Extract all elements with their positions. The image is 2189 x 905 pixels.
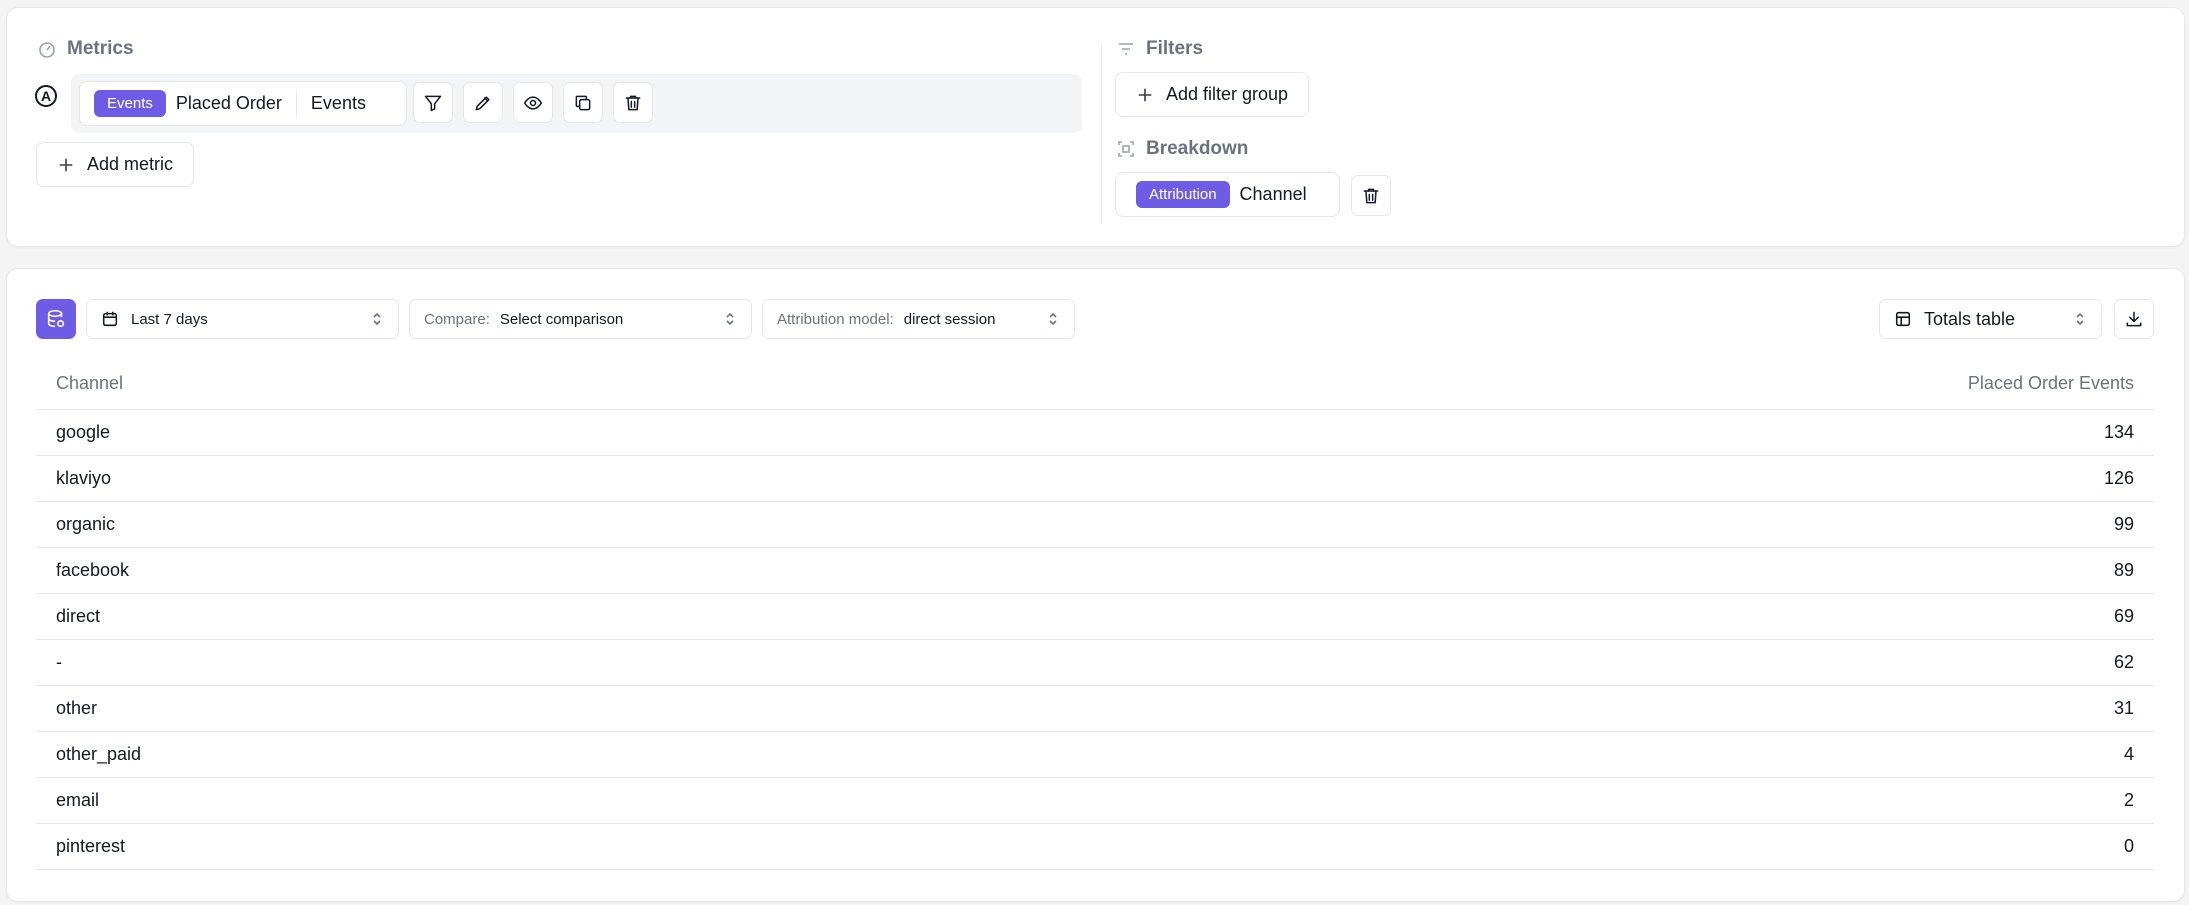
- plus-icon: [1138, 88, 1152, 101]
- metric-duplicate-button[interactable]: [563, 82, 603, 123]
- table-row: organic 99: [36, 501, 2154, 548]
- value-cell: 4: [835, 731, 2154, 778]
- metric-letter-badge: A: [35, 85, 57, 107]
- metric-filter-button[interactable]: [413, 82, 453, 123]
- channel-cell: organic: [36, 501, 836, 548]
- table-row: other_paid 4: [36, 731, 2154, 778]
- breakdown-selector[interactable]: Attribution Channel: [1115, 172, 1340, 217]
- totals-table: Channel Placed Order Events google 134 kl…: [36, 359, 2154, 870]
- channel-cell: google: [36, 409, 836, 456]
- table-row: pinterest 0: [36, 823, 2154, 870]
- value-cell: 31: [835, 685, 2154, 732]
- value-cell: 89: [835, 547, 2154, 594]
- value-cell: 126: [835, 455, 2154, 502]
- pencil-icon: [475, 95, 490, 110]
- value-cell: 99: [835, 501, 2154, 548]
- value-cell: 0: [835, 823, 2154, 870]
- channel-cell: klaviyo: [36, 455, 836, 502]
- add-metric-button[interactable]: Add metric: [36, 142, 195, 187]
- copy-icon: [575, 95, 591, 110]
- metric-name: Placed Order: [175, 93, 282, 113]
- table-row: -62: [36, 639, 2154, 686]
- channel-cell: -: [36, 639, 836, 686]
- chevron-up-down-icon: [726, 312, 734, 326]
- filter-lines-icon: [1119, 43, 1133, 55]
- query-builder-card: Metrics A Events Placed Order Events Add…: [6, 7, 2185, 247]
- breakdown-type-badge: Attribution: [1136, 181, 1230, 208]
- section-divider: [1101, 44, 1102, 224]
- value-cell: 2: [835, 777, 2154, 824]
- table-icon: [1895, 311, 1911, 327]
- breakdown-delete-button[interactable]: [1351, 175, 1391, 216]
- breakdown-icon: [1118, 141, 1134, 157]
- channel-cell: pinterest: [36, 823, 836, 870]
- calendar-icon: [102, 311, 118, 327]
- chevron-up-down-icon: [1049, 312, 1057, 326]
- table-row: other 31: [36, 685, 2154, 732]
- metric-delete-button[interactable]: [613, 82, 653, 123]
- metric-visibility-button[interactable]: [513, 82, 553, 123]
- plus-icon: [59, 158, 73, 171]
- gauge-icon: [39, 42, 55, 58]
- value-cell: 69: [835, 593, 2154, 640]
- filter-icon: [424, 95, 442, 111]
- eye-icon: [523, 95, 543, 110]
- metric-measure: Events: [310, 93, 366, 113]
- view-type-select[interactable]: Totals table: [1879, 299, 2102, 339]
- breakdown-value: Channel: [1239, 184, 1307, 204]
- database-icon: [47, 309, 65, 328]
- trash-icon: [625, 95, 641, 110]
- channel-cell: email: [36, 777, 836, 824]
- trash-icon: [1363, 188, 1379, 203]
- channel-cell: other: [36, 685, 836, 732]
- value-cell: 62: [835, 639, 2154, 686]
- date-range-select[interactable]: Last 7 days: [86, 299, 399, 339]
- compare-select[interactable]: Compare: Select comparison: [409, 299, 752, 339]
- metric-selector[interactable]: Events Placed Order Events: [79, 81, 407, 126]
- chevron-up-down-icon: [2076, 312, 2084, 326]
- value-cell: 134: [835, 409, 2154, 456]
- channel-cell: direct: [36, 593, 836, 640]
- attribution-model-select[interactable]: Attribution model: direct session: [762, 299, 1075, 339]
- channel-cell: facebook: [36, 547, 836, 594]
- metric-edit-button[interactable]: [463, 82, 503, 123]
- column-header-placed-order-events[interactable]: Placed Order Events: [835, 359, 2154, 410]
- data-source-button[interactable]: [36, 299, 76, 339]
- download-icon: [2126, 311, 2142, 327]
- table-row: klaviyo 126: [36, 455, 2154, 502]
- filters-section-title: Filters: [1116, 38, 1203, 60]
- metrics-section-title: Metrics: [37, 38, 134, 60]
- table-header-row: Channel Placed Order Events: [36, 359, 2154, 410]
- breakdown-section-title: Breakdown: [1116, 138, 1248, 160]
- table-row: facebook 89: [36, 547, 2154, 594]
- table-row: google 134: [36, 409, 2154, 456]
- column-header-channel[interactable]: Channel: [36, 359, 836, 410]
- metric-type-badge: Events: [94, 90, 166, 117]
- metric-pill-divider: [295, 90, 297, 117]
- add-filter-group-button[interactable]: Add filter group: [1115, 72, 1310, 117]
- download-button[interactable]: [2114, 299, 2154, 339]
- table-row: direct 69: [36, 593, 2154, 640]
- table-row: email 2: [36, 777, 2154, 824]
- chevron-up-down-icon: [373, 312, 381, 326]
- channel-cell: other_paid: [36, 731, 836, 778]
